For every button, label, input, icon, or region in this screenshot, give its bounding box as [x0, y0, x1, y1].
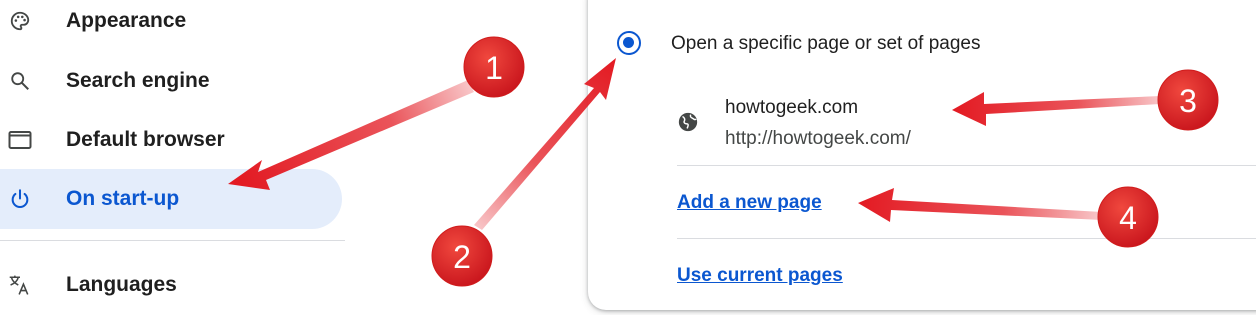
row-divider — [677, 165, 1256, 166]
sidebar-item-label: Appearance — [66, 9, 187, 32]
sidebar-item-default-browser[interactable]: Default browser — [0, 110, 342, 170]
palette-icon — [8, 9, 32, 33]
specific-pages-radio[interactable] — [617, 31, 641, 55]
browser-window-icon — [8, 128, 32, 152]
sidebar-item-label: On start-up — [66, 187, 180, 210]
translate-icon — [8, 273, 32, 297]
sidebar-item-appearance[interactable]: Appearance — [0, 0, 342, 51]
add-new-page-link[interactable]: Add a new page — [677, 192, 822, 214]
row-divider — [677, 238, 1256, 239]
globe-icon — [677, 111, 699, 133]
sidebar-item-search-engine[interactable]: Search engine — [0, 51, 342, 111]
startup-page-name: howtogeek.com — [725, 97, 859, 118]
startup-page-url: http://howtogeek.com/ — [725, 128, 911, 149]
specific-pages-radio-label[interactable]: Open a specific page or set of pages — [671, 33, 980, 55]
power-icon — [8, 187, 32, 211]
use-current-pages-link[interactable]: Use current pages — [677, 265, 843, 287]
sidebar-item-label: Search engine — [66, 69, 210, 92]
annotation-badge-2: 2 — [431, 225, 493, 287]
svg-text:1: 1 — [485, 50, 503, 86]
svg-text:2: 2 — [453, 239, 471, 275]
sidebar-item-languages[interactable]: Languages — [0, 255, 342, 315]
sidebar-item-on-start-up[interactable]: On start-up — [0, 169, 342, 229]
settings-sidebar: Appearance Search engine Default browser… — [0, 0, 345, 311]
search-icon — [8, 69, 32, 93]
annotation-badge-1: 1 — [463, 36, 525, 98]
sidebar-item-label: Default browser — [66, 128, 225, 151]
sidebar-item-label: Languages — [66, 273, 177, 296]
sidebar-divider — [0, 240, 345, 241]
